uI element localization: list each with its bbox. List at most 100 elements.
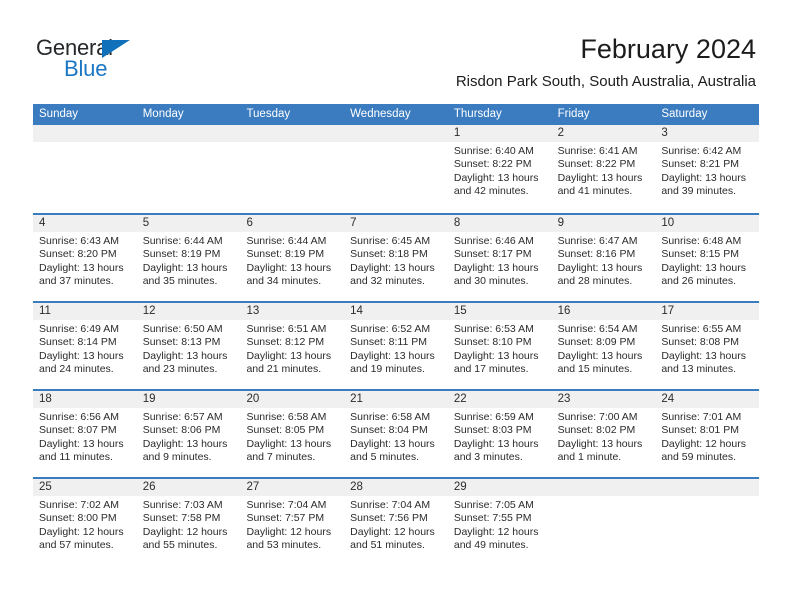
- calendar-day-cell[interactable]: 27 Sunrise: 7:04 AM Sunset: 7:57 PM Dayligh…: [240, 479, 344, 565]
- calendar-day-cell[interactable]: 11 Sunrise: 6:49 AM Sunset: 8:14 PM Dayligh…: [33, 303, 137, 389]
- sunrise-text: Sunrise: 6:56 AM: [39, 411, 119, 423]
- daylight-text-line1: Daylight: 13 hours: [661, 349, 746, 362]
- calendar-day-cell[interactable]: 24 Sunrise: 7:01 AM Sunset: 8:01 PM Dayligh…: [655, 391, 759, 477]
- daylight-text-line2: and 34 minutes.: [246, 275, 322, 288]
- calendar-day-cell[interactable]: 9 Sunrise: 6:47 AM Sunset: 8:16 PM Daylight…: [552, 215, 656, 301]
- daylight-text-line2: and 41 minutes.: [557, 185, 633, 198]
- day-number: 22: [453, 393, 467, 405]
- daylight-text-line1: Daylight: 13 hours: [557, 171, 643, 184]
- day-number: 8: [453, 217, 461, 229]
- day-number: 14: [350, 305, 363, 317]
- calendar-day-cell[interactable]: 8 Sunrise: 6:46 AM Sunset: 8:17 PM Daylight…: [448, 215, 552, 301]
- weekday-saturday: Saturday: [661, 108, 708, 120]
- sunrise-text: Sunrise: 6:58 AM: [350, 411, 431, 423]
- calendar-day-cell[interactable]: 10 Sunrise: 6:48 AM Sunset: 8:15 PM Dayligh…: [655, 215, 759, 301]
- calendar-day-cell[interactable]: 28 Sunrise: 7:04 AM Sunset: 7:56 PM Dayligh…: [344, 479, 448, 565]
- calendar-day-cell[interactable]: 3 Sunrise: 6:42 AM Sunset: 8:21 PM Daylight…: [655, 125, 759, 213]
- week-cells: 18 Sunrise: 6:56 AM Sunset: 8:07 PM Dayligh…: [33, 391, 759, 477]
- day-details: Sunrise: 6:40 AM Sunset: 8:22 PM Daylight:…: [454, 145, 547, 199]
- week-cells: 1 Sunrise: 6:40 AM Sunset: 8:22 PM Daylight…: [33, 125, 759, 213]
- daylight-text-line1: Daylight: 13 hours: [557, 349, 643, 362]
- calendar-day-cell[interactable]: 23 Sunrise: 7:00 AM Sunset: 8:02 PM Dayligh…: [552, 391, 656, 477]
- calendar-cell-empty: [344, 125, 448, 213]
- calendar-day-cell[interactable]: 7 Sunrise: 6:45 AM Sunset: 8:18 PM Daylight…: [344, 215, 448, 301]
- calendar-grid: Sunday Monday Tuesday Wednesday Thursday…: [33, 104, 759, 565]
- day-number: 19: [142, 393, 156, 405]
- day-details: Sunrise: 6:59 AM Sunset: 8:03 PM Daylight:…: [454, 411, 547, 465]
- sunset-text: Sunset: 8:02 PM: [557, 424, 636, 437]
- daylight-text-line2: and 53 minutes.: [246, 539, 322, 552]
- calendar-cell-empty: [552, 479, 656, 565]
- calendar-day-cell[interactable]: 29 Sunrise: 7:05 AM Sunset: 7:55 PM Dayligh…: [448, 479, 552, 565]
- calendar-day-cell[interactable]: 13 Sunrise: 6:51 AM Sunset: 8:12 PM Dayligh…: [240, 303, 344, 389]
- calendar-day-cell[interactable]: 4 Sunrise: 6:43 AM Sunset: 8:20 PM Daylight…: [33, 215, 137, 301]
- sunset-text: Sunset: 8:18 PM: [350, 248, 428, 261]
- weekday-monday: Monday: [142, 108, 184, 120]
- sunset-text: Sunset: 8:10 PM: [453, 336, 532, 349]
- calendar-day-cell[interactable]: 6 Sunrise: 6:44 AM Sunset: 8:19 PM Daylight…: [240, 215, 344, 301]
- calendar-day-cell[interactable]: 1 Sunrise: 6:40 AM Sunset: 8:22 PM Daylight…: [448, 125, 552, 213]
- daylight-text-line1: Daylight: 13 hours: [39, 349, 124, 362]
- sunset-text: Sunset: 8:15 PM: [661, 248, 739, 261]
- day-details: Sunrise: 6:41 AM Sunset: 8:22 PM Daylight:…: [558, 145, 651, 199]
- calendar-day-cell[interactable]: 2 Sunrise: 6:41 AM Sunset: 8:22 PM Daylight…: [552, 125, 656, 213]
- sunrise-text: Sunrise: 6:49 AM: [39, 323, 119, 335]
- sunrise-text: Sunrise: 7:03 AM: [142, 499, 223, 511]
- calendar-week-row: 11 Sunrise: 6:49 AM Sunset: 8:14 PM Dayligh…: [33, 301, 759, 389]
- day-number: 15: [453, 305, 467, 317]
- calendar-day-cell[interactable]: 5 Sunrise: 6:44 AM Sunset: 8:19 PM Daylight…: [137, 215, 241, 301]
- daylight-text-line1: Daylight: 13 hours: [246, 349, 332, 362]
- daylight-text-line1: Daylight: 12 hours: [350, 525, 435, 538]
- sunset-text: Sunset: 8:05 PM: [246, 424, 325, 437]
- sunset-text: Sunset: 8:14 PM: [39, 336, 117, 349]
- daylight-text-line2: and 23 minutes.: [142, 363, 218, 376]
- daylight-text-line2: and 17 minutes.: [453, 363, 529, 376]
- daylight-text-line1: Daylight: 13 hours: [142, 437, 228, 450]
- calendar-day-cell[interactable]: 25 Sunrise: 7:02 AM Sunset: 8:00 PM Dayligh…: [33, 479, 137, 565]
- calendar-day-cell[interactable]: 19 Sunrise: 6:57 AM Sunset: 8:06 PM Dayligh…: [137, 391, 241, 477]
- sunset-text: Sunset: 8:00 PM: [39, 512, 117, 525]
- sunset-text: Sunset: 7:58 PM: [142, 512, 221, 525]
- calendar-day-cell[interactable]: 12 Sunrise: 6:50 AM Sunset: 8:13 PM Dayligh…: [137, 303, 241, 389]
- sunset-text: Sunset: 8:21 PM: [661, 158, 739, 171]
- calendar-day-cell[interactable]: 14 Sunrise: 6:52 AM Sunset: 8:11 PM Dayligh…: [344, 303, 448, 389]
- daylight-text-line1: Daylight: 13 hours: [557, 437, 643, 450]
- sunrise-text: Sunrise: 7:01 AM: [661, 411, 742, 423]
- sunrise-text: Sunrise: 6:53 AM: [453, 323, 534, 335]
- day-number: 27: [246, 481, 260, 493]
- sunrise-text: Sunrise: 6:52 AM: [350, 323, 431, 335]
- sunset-text: Sunset: 8:12 PM: [246, 336, 325, 349]
- day-details: Sunrise: 7:01 AM Sunset: 8:01 PM Daylight:…: [661, 411, 754, 465]
- sunset-text: Sunset: 8:04 PM: [350, 424, 428, 437]
- sunrise-text: Sunrise: 6:42 AM: [661, 145, 742, 157]
- week-cells: 25 Sunrise: 7:02 AM Sunset: 8:00 PM Dayligh…: [33, 479, 759, 565]
- sunrise-text: Sunrise: 6:40 AM: [453, 145, 534, 157]
- calendar-day-cell[interactable]: 15 Sunrise: 6:53 AM Sunset: 8:10 PM Dayligh…: [448, 303, 552, 389]
- day-number: 23: [557, 393, 571, 405]
- daylight-text-line2: and 51 minutes.: [350, 539, 425, 552]
- sunrise-text: Sunrise: 7:02 AM: [39, 499, 119, 511]
- calendar-week-row: 18 Sunrise: 6:56 AM Sunset: 8:07 PM Dayligh…: [33, 389, 759, 477]
- calendar-day-cell[interactable]: 21 Sunrise: 6:58 AM Sunset: 8:04 PM Dayligh…: [344, 391, 448, 477]
- day-details: Sunrise: 6:58 AM Sunset: 8:04 PM Daylight:…: [350, 411, 443, 465]
- sunset-text: Sunset: 7:56 PM: [350, 512, 428, 525]
- day-number: 11: [39, 305, 51, 317]
- sunrise-text: Sunrise: 6:43 AM: [39, 235, 119, 247]
- calendar-day-cell[interactable]: 18 Sunrise: 6:56 AM Sunset: 8:07 PM Dayligh…: [33, 391, 137, 477]
- day-details: Sunrise: 6:48 AM Sunset: 8:15 PM Daylight:…: [661, 235, 754, 289]
- daylight-text-line2: and 32 minutes.: [350, 275, 425, 288]
- sunrise-text: Sunrise: 6:47 AM: [557, 235, 638, 247]
- general-blue-logo[interactable]: General Blue: [36, 36, 166, 84]
- daylight-text-line2: and 5 minutes.: [350, 451, 420, 464]
- daylight-text-line2: and 30 minutes.: [453, 275, 529, 288]
- day-details: Sunrise: 6:54 AM Sunset: 8:09 PM Daylight:…: [558, 323, 651, 377]
- calendar-day-cell[interactable]: 20 Sunrise: 6:58 AM Sunset: 8:05 PM Dayligh…: [240, 391, 344, 477]
- calendar-day-cell[interactable]: 26 Sunrise: 7:03 AM Sunset: 7:58 PM Dayligh…: [137, 479, 241, 565]
- day-details: Sunrise: 6:52 AM Sunset: 8:11 PM Daylight:…: [350, 323, 443, 377]
- sunset-text: Sunset: 8:22 PM: [557, 158, 636, 171]
- day-details: Sunrise: 7:00 AM Sunset: 8:02 PM Daylight:…: [558, 411, 651, 465]
- calendar-day-cell[interactable]: 22 Sunrise: 6:59 AM Sunset: 8:03 PM Dayligh…: [448, 391, 552, 477]
- calendar-day-cell[interactable]: 17 Sunrise: 6:55 AM Sunset: 8:08 PM Dayligh…: [655, 303, 759, 389]
- sunset-text: Sunset: 8:13 PM: [142, 336, 221, 349]
- calendar-day-cell[interactable]: 16 Sunrise: 6:54 AM Sunset: 8:09 PM Dayligh…: [552, 303, 656, 389]
